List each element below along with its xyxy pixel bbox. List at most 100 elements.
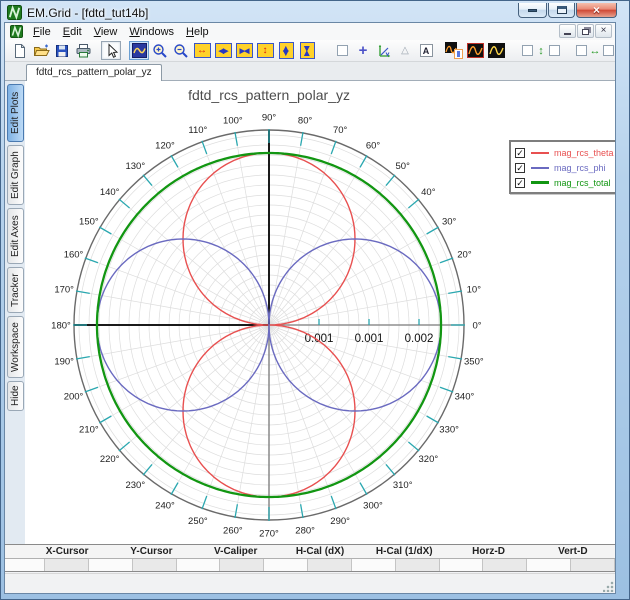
fit-height-icon: ↕ — [257, 43, 274, 58]
svg-text:240°: 240° — [155, 501, 175, 512]
axes-tool-button[interactable] — [374, 41, 394, 60]
mdi-minimize-button[interactable] — [559, 24, 576, 38]
zoom-out-icon — [173, 43, 189, 59]
sidebar-item-edit-axes[interactable]: Edit Axes — [7, 208, 24, 264]
sidebar-item-edit-plots[interactable]: Edit Plots — [7, 84, 24, 142]
pan-wave-icon — [132, 43, 147, 58]
legend-checkbox-theta[interactable]: ✓ — [515, 148, 525, 158]
svg-text:350°: 350° — [464, 357, 484, 368]
close-icon: × — [593, 5, 600, 15]
v-scale-left-checkbox[interactable] — [522, 45, 533, 56]
shrink-height-button[interactable]: ▶◀ — [297, 41, 317, 60]
copy-plot-icon — [445, 42, 463, 59]
svg-text:90°: 90° — [262, 113, 277, 124]
title-bar[interactable]: EM.Grid - [fdtd_tut14b] × — [3, 3, 627, 22]
text-tool-button[interactable]: A — [416, 41, 436, 60]
svg-text:130°: 130° — [125, 161, 145, 172]
sidebar-item-edit-graph[interactable]: Edit Graph — [7, 145, 24, 205]
zoom-in-button[interactable] — [150, 41, 170, 60]
v-scale-right-checkbox[interactable] — [549, 45, 560, 56]
shrink-height-icon: ▶◀ — [300, 42, 315, 59]
readout-header-horz-d: Horz-D — [446, 545, 530, 558]
fit-width-button[interactable]: ↔ — [192, 41, 212, 60]
fit-height-button[interactable]: ↕ — [255, 41, 275, 60]
svg-text:310°: 310° — [393, 480, 413, 491]
plot-style-dark-button[interactable] — [465, 41, 485, 60]
document-logo-icon — [10, 25, 23, 38]
legend-label-theta: mag_rcs_theta — [554, 148, 614, 158]
triangle-icon: △ — [401, 45, 409, 56]
expand-width-button[interactable]: ◀▶ — [213, 41, 233, 60]
legend-line-theta — [531, 152, 549, 154]
app-logo-icon — [7, 5, 22, 20]
sidebar-item-hide[interactable]: Hide — [7, 381, 24, 411]
mdi-close-button[interactable]: × — [595, 24, 612, 38]
legend-row: ✓ mag_rcs_phi — [515, 160, 611, 175]
svg-text:270°: 270° — [259, 529, 279, 540]
svg-text:340°: 340° — [455, 392, 475, 403]
open-file-button[interactable] — [31, 41, 51, 60]
menu-edit[interactable]: Edit — [57, 25, 88, 39]
sidebar-item-tracker[interactable]: Tracker — [7, 267, 24, 313]
svg-text:110°: 110° — [188, 125, 207, 136]
readout-value-row — [5, 559, 615, 571]
menu-help[interactable]: Help — [180, 25, 215, 39]
svg-text:320°: 320° — [419, 454, 439, 465]
svg-text:220°: 220° — [100, 454, 120, 465]
frame-toggle-button[interactable] — [332, 41, 352, 60]
plot-area[interactable]: fdtd_rcs_pattern_polar_yz 0°10°20°30°40°… — [25, 81, 615, 544]
resize-grip[interactable] — [603, 581, 614, 592]
sidebar-item-workspace[interactable]: Workspace — [7, 316, 24, 378]
mdi-close-icon: × — [601, 26, 607, 36]
open-folder-icon — [33, 43, 50, 59]
menu-file[interactable]: File — [27, 25, 57, 39]
mdi-restore-button[interactable] — [577, 24, 594, 38]
tab-fdtd-rcs-pattern-polar-yz[interactable]: fdtd_rcs_pattern_polar_yz — [26, 64, 162, 81]
legend-checkbox-total[interactable]: ✓ — [515, 178, 525, 188]
shape-tool-button[interactable]: △ — [395, 41, 415, 60]
expand-height-button[interactable]: ◀▶ — [276, 41, 296, 60]
h-scale-left-checkbox[interactable] — [576, 45, 587, 56]
h-scale-right-checkbox[interactable] — [603, 45, 614, 56]
new-document-button[interactable] — [10, 41, 30, 60]
add-marker-button[interactable]: + — [353, 41, 373, 60]
fit-width-icon: ↔ — [194, 43, 211, 58]
frame-box-icon — [337, 45, 348, 56]
select-cursor-button[interactable] — [101, 41, 121, 60]
minimize-button[interactable] — [518, 3, 547, 18]
print-button[interactable] — [73, 41, 93, 60]
shrink-width-button[interactable]: ▶◀ — [234, 41, 254, 60]
status-bar — [5, 573, 615, 593]
svg-text:260°: 260° — [223, 525, 243, 536]
menu-view[interactable]: View — [88, 25, 124, 39]
zoom-in-icon — [152, 43, 168, 59]
zoom-out-button[interactable] — [171, 41, 191, 60]
window-frame: EM.Grid - [fdtd_tut14b] × File Edit View… — [0, 0, 630, 600]
save-icon — [54, 43, 70, 59]
legend-checkbox-phi[interactable]: ✓ — [515, 163, 525, 173]
menu-windows[interactable]: Windows — [123, 25, 180, 39]
legend-row: ✓ mag_rcs_total — [515, 175, 611, 190]
text-tool-icon: A — [420, 44, 433, 57]
copy-plot-button[interactable] — [444, 41, 464, 60]
save-button[interactable] — [52, 41, 72, 60]
svg-text:230°: 230° — [125, 480, 145, 491]
readout-header-row: X-Cursor Y-Cursor V-Caliper H-Cal (dX) H… — [5, 545, 615, 559]
plot-style-dark-icon — [467, 43, 484, 58]
svg-text:80°: 80° — [298, 116, 313, 127]
svg-text:70°: 70° — [333, 125, 348, 136]
legend-line-total — [531, 181, 549, 184]
svg-text:0.001: 0.001 — [355, 333, 384, 345]
maximize-button[interactable] — [548, 3, 575, 18]
mdi-restore-icon — [582, 29, 589, 35]
plot-style-light-button[interactable] — [486, 41, 506, 60]
close-button[interactable]: × — [576, 3, 617, 18]
plot-style-light-icon — [488, 43, 505, 58]
svg-text:120°: 120° — [155, 140, 175, 151]
plus-icon: + — [359, 42, 368, 59]
maximize-icon — [557, 6, 567, 14]
svg-text:0°: 0° — [472, 321, 481, 332]
window-title: EM.Grid - [fdtd_tut14b] — [27, 6, 148, 20]
cursor-readout-table: X-Cursor Y-Cursor V-Caliper H-Cal (dX) H… — [5, 544, 615, 572]
pan-mode-button[interactable] — [129, 41, 149, 60]
